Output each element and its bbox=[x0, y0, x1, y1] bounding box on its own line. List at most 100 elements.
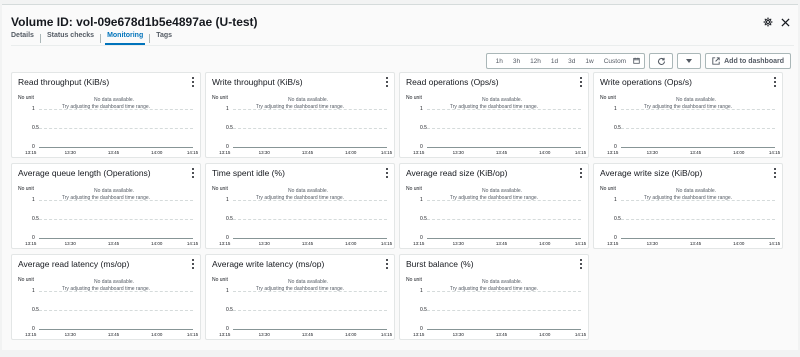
metric-widget: Write operations (Ops/s) No unit No data a… bbox=[593, 72, 783, 158]
metric-widget: Burst balance (%) No unit No data availabl… bbox=[399, 254, 589, 340]
x-axis bbox=[427, 238, 581, 239]
x-tick-label: 14:00 bbox=[151, 150, 163, 155]
gridline bbox=[233, 128, 387, 129]
metrics-grid: Read throughput (KiB/s) No unit No data av… bbox=[11, 72, 793, 340]
widget-actions-menu-icon[interactable] bbox=[191, 77, 195, 87]
widget-actions-menu-icon[interactable] bbox=[579, 77, 583, 87]
x-axis bbox=[39, 238, 193, 239]
x-tick-label: 13:30 bbox=[64, 241, 76, 246]
x-tick-label: 13:30 bbox=[258, 241, 270, 246]
x-tick-label: 14:15 bbox=[574, 241, 587, 246]
x-tick-label: 14:00 bbox=[733, 241, 745, 246]
gridline bbox=[233, 310, 387, 311]
x-axis bbox=[621, 238, 775, 239]
widget-actions-menu-icon[interactable] bbox=[385, 77, 389, 87]
metric-widget: Read operations (Ops/s) No unit No data av… bbox=[399, 72, 589, 158]
x-tick-label: 13:15 bbox=[413, 150, 425, 155]
gridline bbox=[621, 219, 775, 220]
metric-widget: Write throughput (KiB/s) No unit No data a… bbox=[205, 72, 395, 158]
x-tick-label: 14:15 bbox=[768, 241, 781, 246]
empty-state-title: No data available. bbox=[675, 188, 717, 194]
metric-widget: Time spent idle (%) No unit No data availa… bbox=[205, 163, 395, 249]
tab-tags[interactable]: Tags bbox=[150, 31, 178, 45]
widget-title: Average read latency (ms/op) bbox=[18, 259, 130, 269]
x-tick-label: 13:30 bbox=[258, 150, 270, 155]
x-tick-label: 13:15 bbox=[607, 150, 619, 155]
gridline bbox=[39, 200, 193, 201]
x-tick-label: 14:15 bbox=[768, 150, 781, 155]
y-tick-label: 1 bbox=[32, 106, 35, 112]
widget-actions-menu-icon[interactable] bbox=[385, 168, 389, 178]
time-range-option-custom[interactable]: Custom bbox=[599, 58, 631, 65]
y-tick-label: 0.5 bbox=[614, 216, 621, 222]
x-tick-label: 14:15 bbox=[380, 241, 393, 246]
y-tick-label: 1 bbox=[32, 197, 35, 203]
tab-details[interactable]: Details bbox=[11, 31, 40, 45]
gridline bbox=[427, 310, 581, 311]
x-tick-label: 13:30 bbox=[452, 150, 464, 155]
y-tick-label: 0.5 bbox=[226, 125, 233, 131]
time-range-option-1h[interactable]: 1h bbox=[491, 58, 508, 65]
x-tick-label: 13:45 bbox=[495, 150, 508, 155]
x-tick-label: 13:45 bbox=[495, 332, 508, 337]
widget-title: Read throughput (KiB/s) bbox=[18, 77, 110, 87]
y-tick-label: 1 bbox=[226, 288, 229, 294]
widget-actions-menu-icon[interactable] bbox=[773, 77, 777, 87]
gridline bbox=[233, 109, 387, 110]
widget-title: Read operations (Ops/s) bbox=[406, 77, 499, 87]
x-tick-label: 13:15 bbox=[219, 332, 231, 337]
widget-actions-menu-icon[interactable] bbox=[773, 168, 777, 178]
empty-state-title: No data available. bbox=[93, 188, 135, 194]
gridline bbox=[621, 109, 775, 110]
x-tick-label: 13:15 bbox=[413, 241, 425, 246]
refresh-options-dropdown[interactable] bbox=[677, 53, 702, 69]
caret-down-icon bbox=[686, 59, 693, 63]
external-link-icon bbox=[712, 57, 720, 65]
widget-actions-menu-icon[interactable] bbox=[579, 259, 583, 269]
time-range-option-3d[interactable]: 3d bbox=[563, 58, 580, 65]
metric-widget: Read throughput (KiB/s) No unit No data av… bbox=[11, 72, 201, 158]
x-tick-label: 14:15 bbox=[186, 150, 199, 155]
refresh-icon bbox=[657, 57, 665, 65]
x-tick-label: 14:00 bbox=[345, 241, 357, 246]
x-tick-label: 14:15 bbox=[380, 332, 393, 337]
widget-actions-menu-icon[interactable] bbox=[191, 168, 195, 178]
x-tick-label: 13:30 bbox=[646, 241, 658, 246]
x-tick-label: 13:45 bbox=[689, 241, 702, 246]
time-range-option-12h[interactable]: 12h bbox=[525, 58, 546, 65]
x-axis bbox=[427, 329, 581, 330]
widget-title: Average write size (KiB/op) bbox=[600, 168, 703, 178]
empty-state-title: No data available. bbox=[287, 188, 329, 194]
y-tick-label: 0.5 bbox=[420, 216, 427, 222]
y-tick-label: 0.5 bbox=[614, 125, 621, 131]
gridline bbox=[233, 291, 387, 292]
tab-monitoring[interactable]: Monitoring bbox=[101, 31, 149, 45]
time-range-option-3h[interactable]: 3h bbox=[508, 58, 525, 65]
time-range-option-1d[interactable]: 1d bbox=[546, 58, 563, 65]
widget-actions-menu-icon[interactable] bbox=[385, 259, 389, 269]
close-icon[interactable] bbox=[781, 17, 790, 27]
x-axis bbox=[233, 329, 387, 330]
x-tick-label: 13:15 bbox=[413, 332, 425, 337]
widget-actions-menu-icon[interactable] bbox=[579, 168, 583, 178]
x-axis bbox=[621, 147, 775, 148]
widget-actions-menu-icon[interactable] bbox=[191, 259, 195, 269]
time-range-option-1w[interactable]: 1w bbox=[580, 58, 598, 65]
tab-status-checks[interactable]: Status checks bbox=[41, 31, 100, 45]
calendar-icon[interactable] bbox=[633, 57, 640, 66]
refresh-button[interactable] bbox=[649, 53, 674, 69]
x-tick-label: 13:15 bbox=[25, 150, 37, 155]
gridline bbox=[39, 310, 193, 311]
gridline bbox=[233, 219, 387, 220]
y-tick-label: 1 bbox=[32, 288, 35, 294]
x-tick-label: 13:30 bbox=[646, 150, 658, 155]
gridline bbox=[427, 128, 581, 129]
monitoring-toolbar: 1h 3h 12h 1d 3d 1w Custom Add to dashboard bbox=[485, 53, 791, 69]
x-tick-label: 14:00 bbox=[539, 241, 551, 246]
y-tick-label: 0.5 bbox=[32, 307, 39, 313]
settings-gear-icon[interactable] bbox=[763, 17, 773, 27]
x-tick-label: 13:15 bbox=[607, 241, 619, 246]
widget-title: Write throughput (KiB/s) bbox=[212, 77, 303, 87]
add-to-dashboard-button[interactable]: Add to dashboard bbox=[705, 53, 791, 69]
empty-state-title: No data available. bbox=[481, 279, 523, 285]
